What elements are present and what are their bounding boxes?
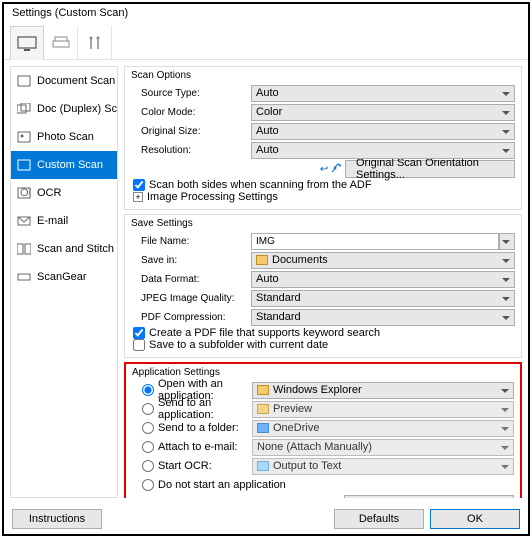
sidebar-label: Doc (Duplex) Scan [37, 103, 117, 115]
duplex-icon [17, 103, 31, 115]
defaults-button[interactable]: Defaults [334, 509, 424, 529]
save-settings-title: Save Settings [131, 218, 515, 229]
tab-scan-from-panel[interactable] [44, 26, 78, 60]
save-subfolder-checkbox[interactable]: Save to a subfolder with current date [131, 339, 515, 351]
start-ocr-select[interactable]: Output to Text [252, 458, 514, 475]
sidebar-label: Document Scan [37, 75, 115, 87]
sidebar-item-scan-stitch[interactable]: Scan and Stitch [11, 235, 117, 263]
sidebar-item-photo-scan[interactable]: Photo Scan [11, 123, 117, 151]
sidebar-item-email[interactable]: E-mail [11, 207, 117, 235]
original-size-select[interactable]: Auto [251, 123, 515, 140]
color-mode-label: Color Mode: [131, 107, 251, 118]
window-title: Settings (Custom Scan) [4, 4, 528, 26]
sidebar-label: E-mail [37, 215, 68, 227]
color-mode-select[interactable]: Color [251, 104, 515, 121]
plus-icon: + [133, 192, 143, 202]
sidebar-item-doc-duplex[interactable]: Doc (Duplex) Scan [11, 95, 117, 123]
settings-window: Settings (Custom Scan) Document Scan Doc… [2, 2, 530, 536]
sidebar-item-document-scan[interactable]: Document Scan [11, 67, 117, 95]
sidebar-item-ocr[interactable]: OCR OCR [11, 179, 117, 207]
instructions-button[interactable]: Instructions [12, 509, 102, 529]
app-settings-title: Application Settings [132, 367, 514, 378]
scan-options-title: Scan Options [131, 70, 515, 81]
content-area: Scan Options Source Type:Auto Color Mode… [124, 66, 522, 498]
more-functions-button[interactable]: More Functions [344, 495, 514, 498]
scan-options-group: Scan Options Source Type:Auto Color Mode… [124, 66, 522, 210]
stitch-icon [17, 243, 31, 255]
main-area: Document Scan Doc (Duplex) Scan Photo Sc… [4, 60, 528, 504]
sidebar: Document Scan Doc (Duplex) Scan Photo Sc… [10, 66, 118, 498]
start-ocr-radio[interactable]: Start OCR: [142, 460, 252, 472]
pdf-compression-label: PDF Compression: [131, 312, 251, 323]
send-folder-radio[interactable]: Send to a folder: [142, 422, 252, 434]
jpeg-quality-label: JPEG Image Quality: [131, 293, 251, 304]
file-name-label: File Name: [131, 236, 251, 247]
application-settings-group: Application Settings Open with an applic… [124, 362, 522, 498]
footer: Instructions Defaults OK [4, 504, 528, 534]
open-with-select[interactable]: Windows Explorer [252, 382, 514, 399]
pdf-compression-select[interactable]: Standard [251, 309, 515, 326]
sidebar-label: Scan and Stitch [37, 243, 114, 255]
original-size-label: Original Size: [131, 126, 251, 137]
svg-text:OCR: OCR [20, 187, 31, 199]
do-not-start-radio[interactable]: Do not start an application [142, 479, 286, 491]
send-app-radio[interactable]: Send to an application: [142, 397, 252, 421]
scangear-icon [17, 271, 31, 283]
attach-email-select[interactable]: None (Attach Manually) [252, 439, 514, 456]
sidebar-label: OCR [37, 187, 61, 199]
email-icon [17, 215, 31, 227]
orientation-settings-button[interactable]: Original Scan Orientation Settings... [345, 160, 515, 178]
send-folder-select[interactable]: OneDrive [252, 420, 514, 437]
sidebar-label: Photo Scan [37, 131, 94, 143]
create-pdf-checkbox[interactable]: Create a PDF file that supports keyword … [131, 327, 515, 339]
save-in-label: Save in: [131, 255, 251, 266]
folder-icon [257, 404, 269, 414]
scanner-icon [51, 35, 71, 51]
file-name-dropdown[interactable] [499, 233, 515, 250]
file-name-input[interactable] [251, 233, 499, 250]
folder-icon [256, 255, 268, 265]
ocr-icon: OCR [17, 187, 31, 199]
data-format-select[interactable]: Auto [251, 271, 515, 288]
save-in-select[interactable]: Documents [251, 252, 515, 269]
jpeg-quality-select[interactable]: Standard [251, 290, 515, 307]
photo-icon [17, 131, 31, 143]
sidebar-label: Custom Scan [37, 159, 103, 171]
tools-icon [85, 35, 105, 51]
monitor-icon [17, 36, 37, 52]
tab-scan-from-computer[interactable] [10, 26, 44, 60]
resolution-label: Resolution: [131, 145, 251, 156]
ok-button[interactable]: OK [430, 509, 520, 529]
source-type-select[interactable]: Auto [251, 85, 515, 102]
explorer-icon [257, 385, 269, 395]
data-format-label: Data Format: [131, 274, 251, 285]
toolbar [4, 26, 528, 60]
tab-general-settings[interactable] [78, 26, 112, 60]
sidebar-label: ScanGear [37, 271, 87, 283]
text-icon [257, 461, 269, 471]
sidebar-item-scangear[interactable]: ScanGear [11, 263, 117, 291]
send-app-select[interactable]: Preview [252, 401, 514, 418]
source-type-label: Source Type: [131, 88, 251, 99]
image-processing-expander[interactable]: +Image Processing Settings [131, 191, 515, 203]
attach-email-radio[interactable]: Attach to e-mail: [142, 441, 252, 453]
resolution-select[interactable]: Auto [251, 142, 515, 159]
custom-icon [17, 159, 31, 171]
document-icon [17, 75, 31, 87]
onedrive-icon [257, 423, 269, 433]
save-settings-group: Save Settings File Name: Save in:Documen… [124, 214, 522, 358]
reset-icon[interactable]: ↩ [320, 163, 341, 175]
sidebar-item-custom-scan[interactable]: Custom Scan [11, 151, 117, 179]
